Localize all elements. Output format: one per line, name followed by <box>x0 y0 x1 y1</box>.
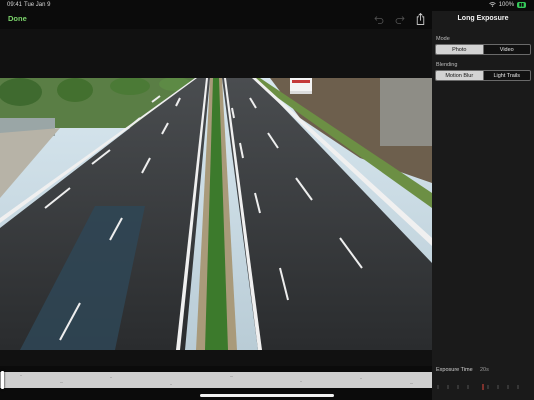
status-date: Tue Jan 9 <box>24 2 51 8</box>
wifi-icon <box>488 1 496 9</box>
status-time: 09:41 <box>7 2 23 8</box>
blending-segmented-control: Motion Blur Light Trails <box>435 70 531 81</box>
settings-panel: Long Exposure Mode Photo Video Blending … <box>432 11 534 400</box>
blending-label: Blending <box>436 62 458 68</box>
blending-option-motion-blur[interactable]: Motion Blur <box>436 71 483 80</box>
done-button[interactable]: Done <box>8 14 27 23</box>
status-right: 100% ▮▮ <box>488 1 526 9</box>
exposure-slider[interactable] <box>436 377 528 390</box>
battery-percent: 100% <box>498 2 515 8</box>
timeline-scrubber[interactable] <box>0 371 432 389</box>
exposure-time-label: Exposure Time <box>436 367 473 373</box>
blending-option-light-trails[interactable]: Light Trails <box>482 71 530 80</box>
exposure-time-value: 20s <box>480 367 489 373</box>
mode-option-video[interactable]: Video <box>482 45 530 54</box>
panel-title: Long Exposure <box>457 15 509 22</box>
top-toolbar: Done <box>0 11 432 29</box>
battery-icon: ▮▮ <box>517 2 526 8</box>
mode-label: Mode <box>436 36 450 42</box>
share-icon[interactable] <box>414 13 426 25</box>
mode-option-photo[interactable]: Photo <box>436 45 483 54</box>
timeline-handle[interactable] <box>1 371 4 389</box>
mode-segmented-control: Photo Video <box>435 44 531 55</box>
status-bar: 09:41 Tue Jan 9 100% ▮▮ <box>0 0 534 11</box>
redo-icon[interactable] <box>394 13 406 25</box>
undo-icon[interactable] <box>373 13 385 25</box>
highway-photo <box>0 78 432 350</box>
editor-canvas[interactable] <box>0 29 432 366</box>
home-indicator <box>200 394 334 397</box>
